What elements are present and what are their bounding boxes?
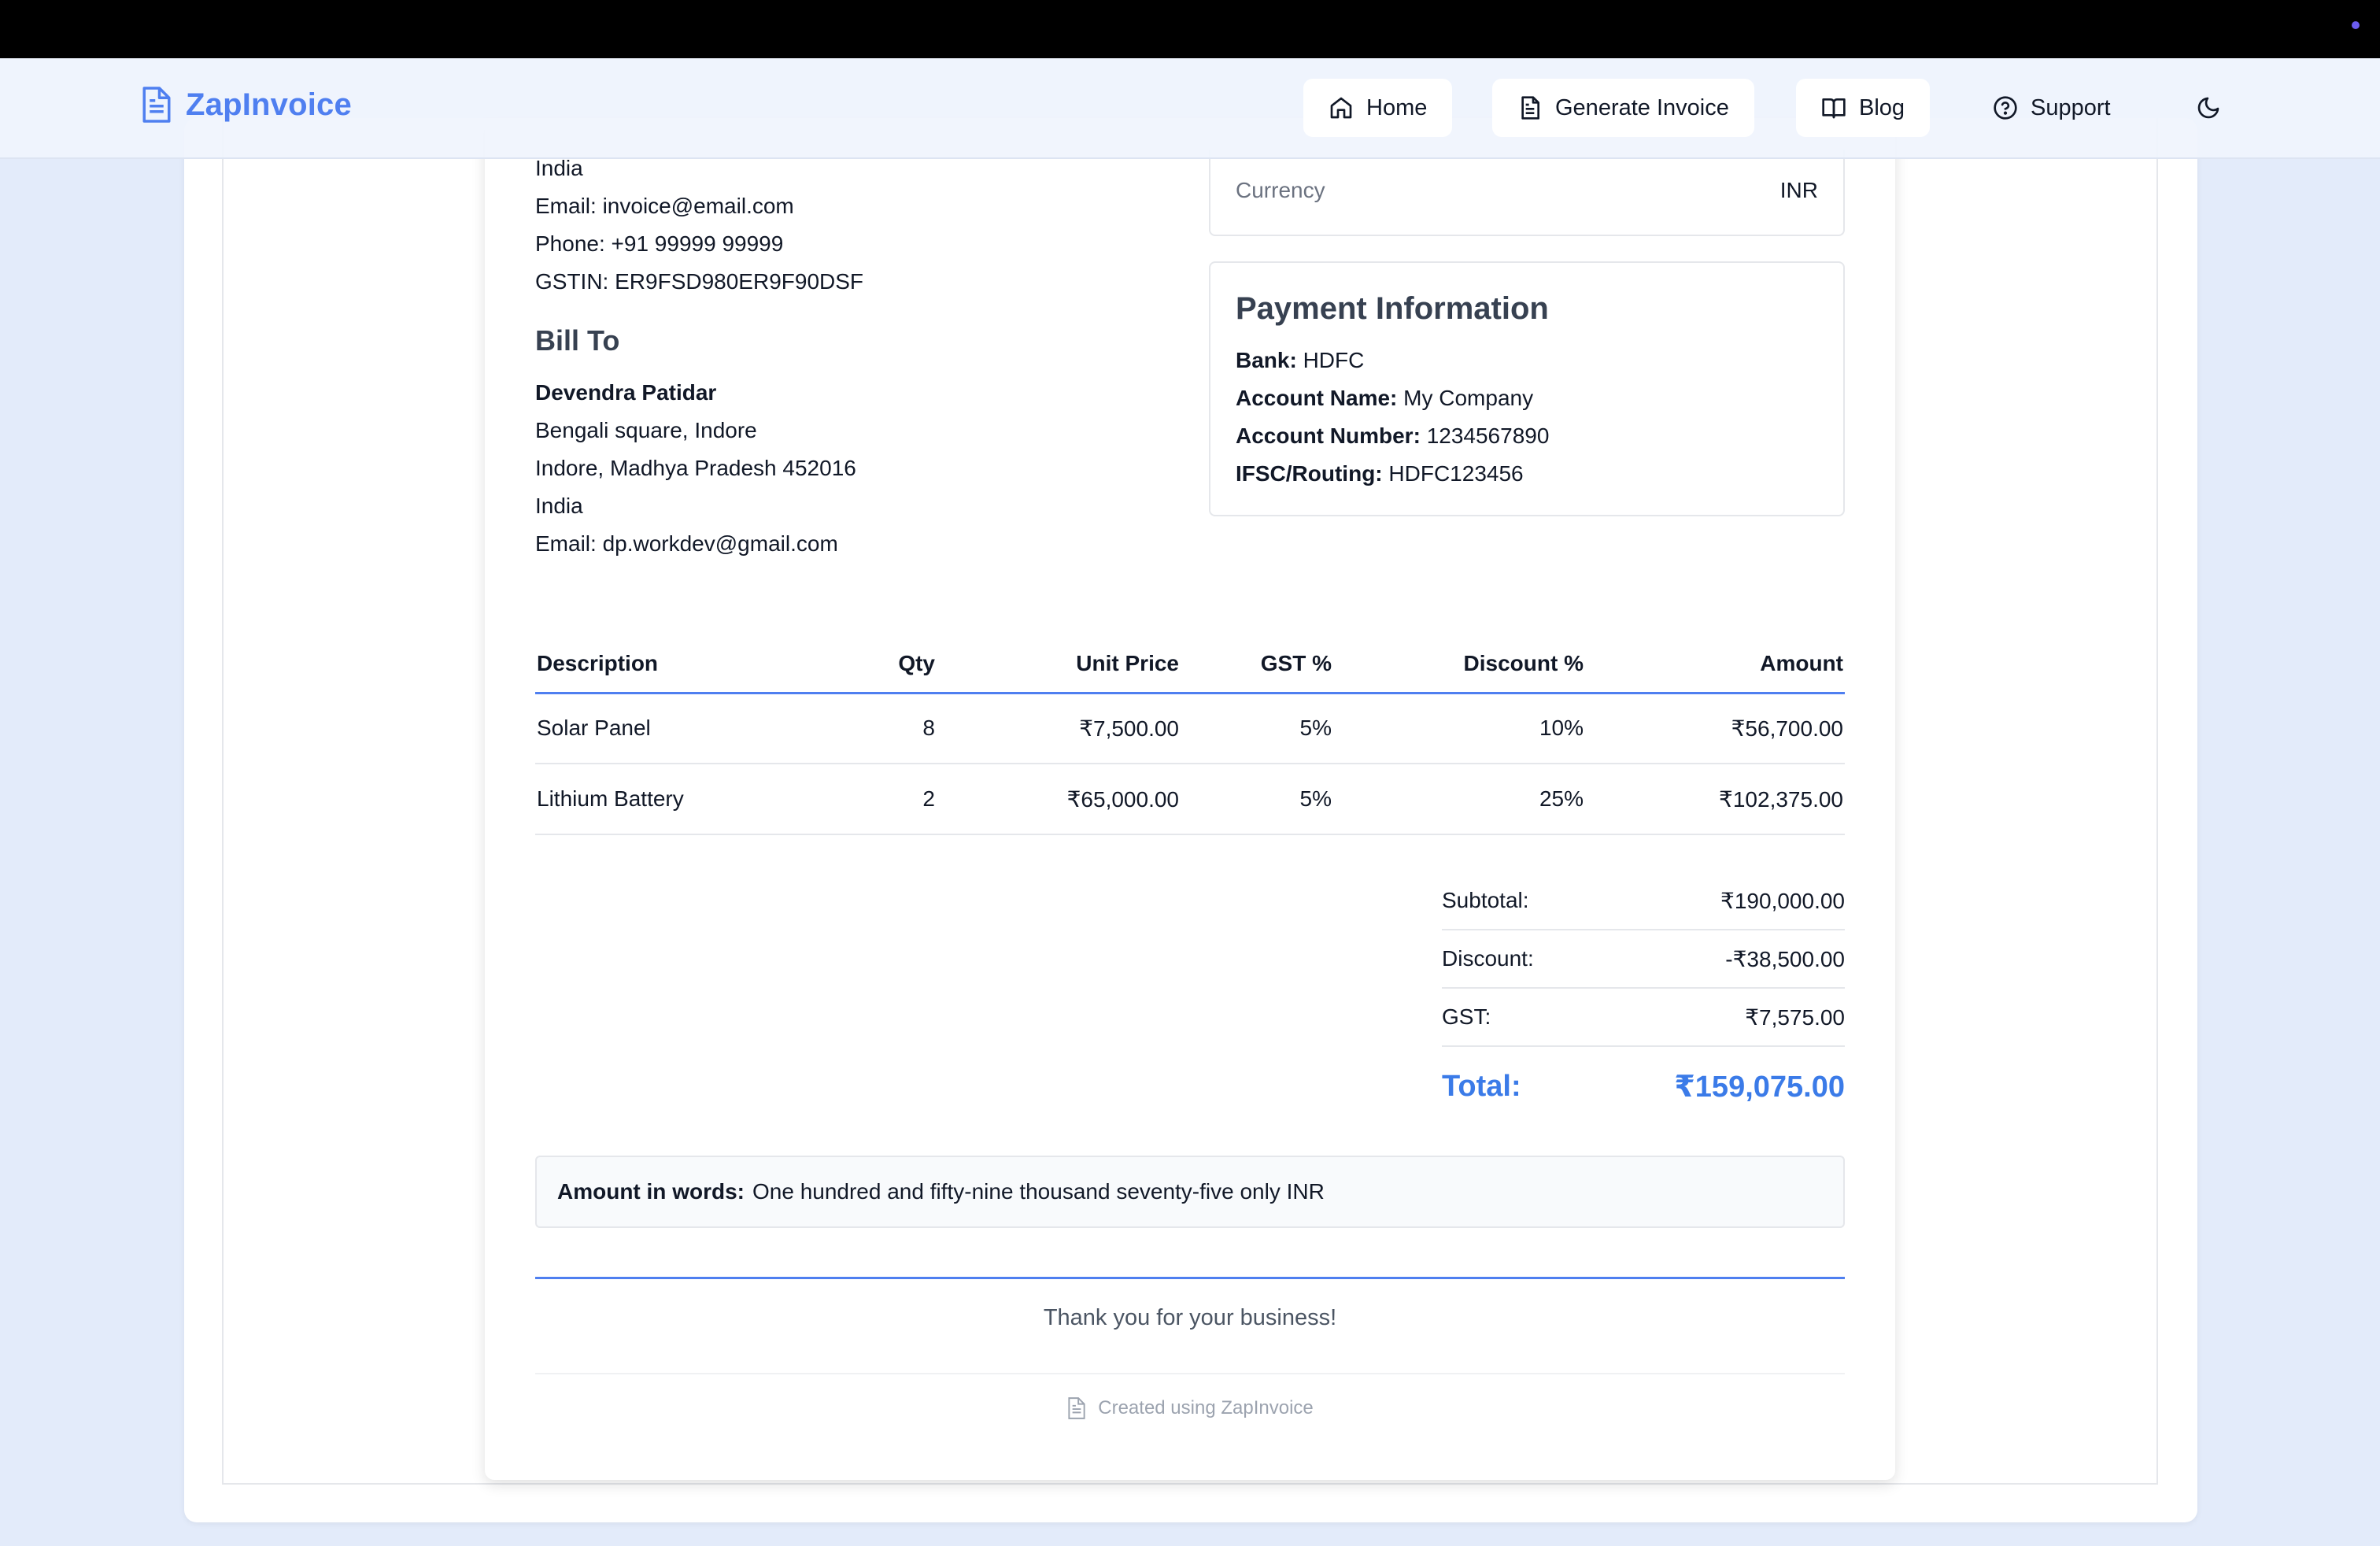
sender-gstin: GSTIN: ER9FSD980ER9F90DSF — [535, 269, 864, 294]
client-country: India — [535, 494, 583, 518]
account-name-value: My Company — [1403, 386, 1534, 410]
total-value: ₹159,075.00 — [1674, 1070, 1845, 1104]
nav-blog-label: Blog — [1859, 94, 1905, 120]
amount-in-words-value: One hundred and fifty-nine thousand seve… — [752, 1179, 1325, 1204]
indicator-dot — [2352, 21, 2360, 29]
bank-value: HDFC — [1303, 348, 1365, 372]
ifsc-line: IFSC/Routing: HDFC123456 — [1236, 455, 1549, 493]
created-using-text: Created using ZapInvoice — [1098, 1397, 1314, 1418]
item-amount: ₹102,375.00 — [1585, 764, 1845, 835]
col-amount: Amount — [1585, 636, 1845, 694]
bank-line: Bank: HDFC — [1236, 342, 1549, 379]
top-navbar: ZapInvoice Home Generate Invoice Blog Su… — [0, 58, 2380, 159]
table-row: Lithium Battery 2 ₹65,000.00 5% 25% ₹102… — [535, 764, 1845, 835]
amount-in-words: Amount in words: One hundred and fifty-n… — [535, 1156, 1845, 1228]
table-header-row: Description Qty Unit Price GST % Discoun… — [535, 636, 1845, 694]
line-items-table: Description Qty Unit Price GST % Discoun… — [535, 636, 1845, 835]
file-text-icon — [1521, 96, 1539, 120]
item-description: Lithium Battery — [535, 764, 834, 835]
client-name: Devendra Patidar — [535, 380, 717, 405]
currency-value: INR — [1779, 178, 1818, 202]
totals-summary: Subtotal: ₹190,000.00 Discount: -₹38,500… — [1442, 872, 1845, 1126]
amount-in-words-label: Amount in words: — [557, 1179, 745, 1204]
ifsc-value: HDFC123456 — [1388, 461, 1524, 486]
client-email: Email: dp.workdev@gmail.com — [535, 531, 838, 556]
payment-info-title: Payment Information — [1236, 291, 1549, 326]
subtotal-value: ₹190,000.00 — [1720, 888, 1845, 913]
brand-logo[interactable]: ZapInvoice — [140, 85, 352, 124]
nav-generate-invoice[interactable]: Generate Invoice — [1492, 79, 1754, 137]
total-row: Total: ₹159,075.00 — [1442, 1047, 1845, 1126]
account-name-line: Account Name: My Company — [1236, 379, 1549, 417]
thank-you-note: Thank you for your business! — [1043, 1305, 1337, 1330]
client-address-line1: Bengali square, Indore — [535, 418, 757, 442]
total-label: Total: — [1442, 1069, 1521, 1103]
account-name-label: Account Name: — [1236, 386, 1398, 410]
document-icon — [1068, 1397, 1085, 1419]
col-gst: GST % — [1181, 636, 1333, 694]
bank-label: Bank: — [1236, 348, 1297, 372]
sender-email: Email: invoice@email.com — [535, 194, 794, 218]
table-row: Solar Panel 8 ₹7,500.00 5% 10% ₹56,700.0… — [535, 693, 1845, 764]
item-discount: 10% — [1333, 693, 1585, 764]
nav-support-label: Support — [2031, 94, 2111, 120]
gst-value: ₹7,575.00 — [1745, 1004, 1845, 1030]
help-circle-icon — [1994, 96, 2017, 120]
discount-row: Discount: -₹38,500.00 — [1442, 930, 1845, 989]
book-open-icon — [1822, 98, 1846, 119]
nav-support[interactable]: Support — [1968, 79, 2136, 137]
invoice-logo-icon — [142, 87, 171, 123]
bill-to-details: Devendra Patidar Bengali square, Indore … — [535, 374, 856, 563]
discount-label: Discount: — [1442, 946, 1534, 971]
item-qty: 8 — [834, 693, 937, 764]
nav-blog[interactable]: Blog — [1796, 79, 1931, 137]
discount-value: -₹38,500.00 — [1725, 946, 1845, 971]
created-using-note: Created using ZapInvoice — [535, 1396, 1845, 1420]
col-unit-price: Unit Price — [937, 636, 1181, 694]
sender-phone: Phone: +91 99999 99999 — [535, 231, 784, 256]
item-discount: 25% — [1333, 764, 1585, 835]
theme-toggle-button[interactable] — [2180, 79, 2237, 137]
nav-home[interactable]: Home — [1303, 79, 1453, 137]
client-address-line2: Indore, Madhya Pradesh 452016 — [535, 456, 856, 480]
brand-name: ZapInvoice — [186, 87, 352, 122]
item-description: Solar Panel — [535, 693, 834, 764]
payment-info-lines: Bank: HDFC Account Name: My Company Acco… — [1236, 342, 1549, 493]
item-qty: 2 — [834, 764, 937, 835]
bill-to-heading: Bill To — [535, 324, 620, 357]
currency-label: Currency — [1236, 178, 1325, 202]
item-amount: ₹56,700.00 — [1585, 693, 1845, 764]
account-number-line: Account Number: 1234567890 — [1236, 417, 1549, 455]
moon-icon — [2197, 97, 2219, 119]
account-number-value: 1234567890 — [1426, 423, 1550, 448]
system-top-bar — [0, 0, 2380, 58]
subtotal-label: Subtotal: — [1442, 888, 1529, 912]
invoice-details-box: Currency INR — [1209, 150, 1845, 236]
item-gst: 5% — [1181, 764, 1333, 835]
subtotal-row: Subtotal: ₹190,000.00 — [1442, 872, 1845, 930]
payment-info-box: Payment Information Bank: HDFC Account N… — [1209, 261, 1845, 516]
ifsc-label: IFSC/Routing: — [1236, 461, 1383, 486]
col-qty: Qty — [834, 636, 937, 694]
footer-separator — [535, 1373, 1845, 1374]
item-gst: 5% — [1181, 693, 1333, 764]
col-discount: Discount % — [1333, 636, 1585, 694]
item-unit-price: ₹65,000.00 — [937, 764, 1181, 835]
nav-home-label: Home — [1366, 94, 1428, 120]
col-description: Description — [535, 636, 834, 694]
gst-row: GST: ₹7,575.00 — [1442, 989, 1845, 1047]
account-number-label: Account Number: — [1236, 423, 1421, 448]
sender-details: India Email: invoice@email.com Phone: +9… — [535, 150, 863, 301]
gst-label: GST: — [1442, 1004, 1491, 1029]
footer-divider — [535, 1277, 1845, 1279]
nav-generate-label: Generate Invoice — [1555, 94, 1729, 120]
home-icon — [1330, 97, 1352, 119]
item-unit-price: ₹7,500.00 — [937, 693, 1181, 764]
